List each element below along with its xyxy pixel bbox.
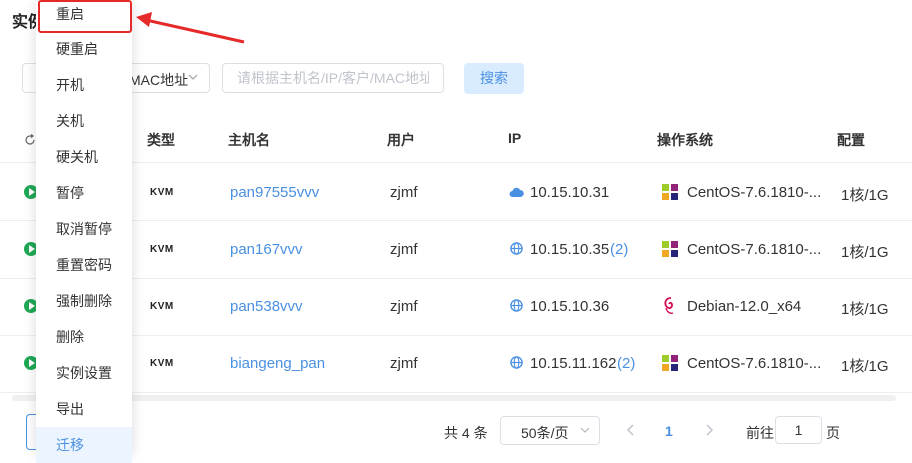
menu-item-reset-password[interactable]: 重置密码 (36, 247, 132, 283)
os-cell: CentOS-7.6.1810-... (687, 355, 822, 372)
menu-item-export[interactable]: 导出 (36, 391, 132, 427)
search-button[interactable]: 搜索 (464, 63, 524, 94)
next-page-icon[interactable] (703, 423, 715, 437)
os-cell: Debian-12.0_x64 (687, 298, 802, 315)
col-header-os: 操作系统 (657, 132, 713, 148)
os-cell: CentOS-7.6.1810-... (687, 241, 822, 258)
config-cell: 1核/1G (841, 301, 889, 318)
row-divider (0, 335, 912, 336)
ip-cell: 10.15.10.31 (530, 184, 610, 201)
kvm-logo: KVM (150, 187, 174, 198)
search-input[interactable] (222, 63, 444, 93)
debian-icon (664, 297, 674, 314)
globe-icon (510, 242, 523, 255)
hostname-link[interactable]: pan167vvv (230, 241, 303, 258)
user-cell: zjmf (390, 241, 418, 258)
page-number-current[interactable]: 1 (665, 423, 673, 439)
menu-item-pause[interactable]: 暂停 (36, 175, 132, 211)
ip-count-link[interactable]: (2) (617, 355, 635, 372)
chevron-down-icon (580, 427, 590, 433)
menu-item-power-on[interactable]: 开机 (36, 67, 132, 103)
row-divider (0, 220, 912, 221)
ip-cell: 10.15.11.162 (530, 355, 617, 372)
instance-action-menu: 重启 硬重启 开机 关机 硬关机 暂停 取消暂停 重置密码 强制删除 删除 实例… (36, 0, 132, 463)
menu-item-migrate[interactable]: 迁移 (36, 427, 132, 463)
ip-cell: 10.15.10.35 (530, 241, 610, 258)
goto-label: 前往 (746, 425, 774, 441)
menu-item-hard-shutdown[interactable]: 硬关机 (36, 139, 132, 175)
user-cell: zjmf (390, 355, 418, 372)
annotation-arrow-icon (136, 12, 245, 44)
chevron-down-icon (188, 74, 198, 80)
col-header-hostname: 主机名 (228, 132, 270, 148)
goto-page-suffix: 页 (826, 425, 840, 441)
page-size-select[interactable]: 50条/页 (500, 416, 600, 445)
ip-count-link[interactable]: (2) (610, 241, 628, 258)
menu-item-hard-restart[interactable]: 硬重启 (36, 31, 132, 67)
prev-page-icon[interactable] (625, 423, 637, 437)
row-divider (0, 278, 912, 279)
user-cell: zjmf (390, 184, 418, 201)
filter-select-value: MAC地址 (129, 72, 189, 88)
config-cell: 1核/1G (841, 187, 889, 204)
horizontal-scrollbar[interactable] (12, 395, 896, 401)
header-divider (0, 162, 912, 163)
config-cell: 1核/1G (841, 244, 889, 261)
hostname-link[interactable]: pan97555vvv (230, 184, 319, 201)
goto-page-input[interactable]: 1 (775, 416, 822, 444)
centos-icon (662, 355, 678, 371)
annotation-highlight-box (38, 0, 132, 33)
col-header-ip: IP (508, 130, 522, 146)
menu-item-shutdown[interactable]: 关机 (36, 103, 132, 139)
cloud-icon (509, 187, 524, 197)
menu-item-unpause[interactable]: 取消暂停 (36, 211, 132, 247)
col-header-user: 用户 (387, 132, 415, 148)
globe-icon (510, 299, 523, 312)
centos-icon (662, 241, 678, 257)
row-divider (0, 392, 912, 393)
refresh-icon[interactable] (24, 134, 36, 146)
page-size-value: 50条/页 (521, 425, 569, 441)
globe-icon (510, 356, 523, 369)
ip-cell: 10.15.10.36 (530, 298, 610, 315)
config-cell: 1核/1G (841, 358, 889, 375)
col-header-type: 类型 (147, 132, 175, 148)
kvm-logo: KVM (150, 301, 174, 312)
user-cell: zjmf (390, 298, 418, 315)
pagination-total: 共 4 条 (444, 425, 488, 441)
menu-item-force-delete[interactable]: 强制删除 (36, 283, 132, 319)
hostname-link[interactable]: biangeng_pan (230, 355, 325, 372)
menu-item-instance-settings[interactable]: 实例设置 (36, 355, 132, 391)
col-header-config: 配置 (837, 132, 865, 148)
os-cell: CentOS-7.6.1810-... (687, 184, 822, 201)
centos-icon (662, 184, 678, 200)
kvm-logo: KVM (150, 358, 174, 369)
hostname-link[interactable]: pan538vvv (230, 298, 303, 315)
kvm-logo: KVM (150, 244, 174, 255)
menu-item-delete[interactable]: 删除 (36, 319, 132, 355)
